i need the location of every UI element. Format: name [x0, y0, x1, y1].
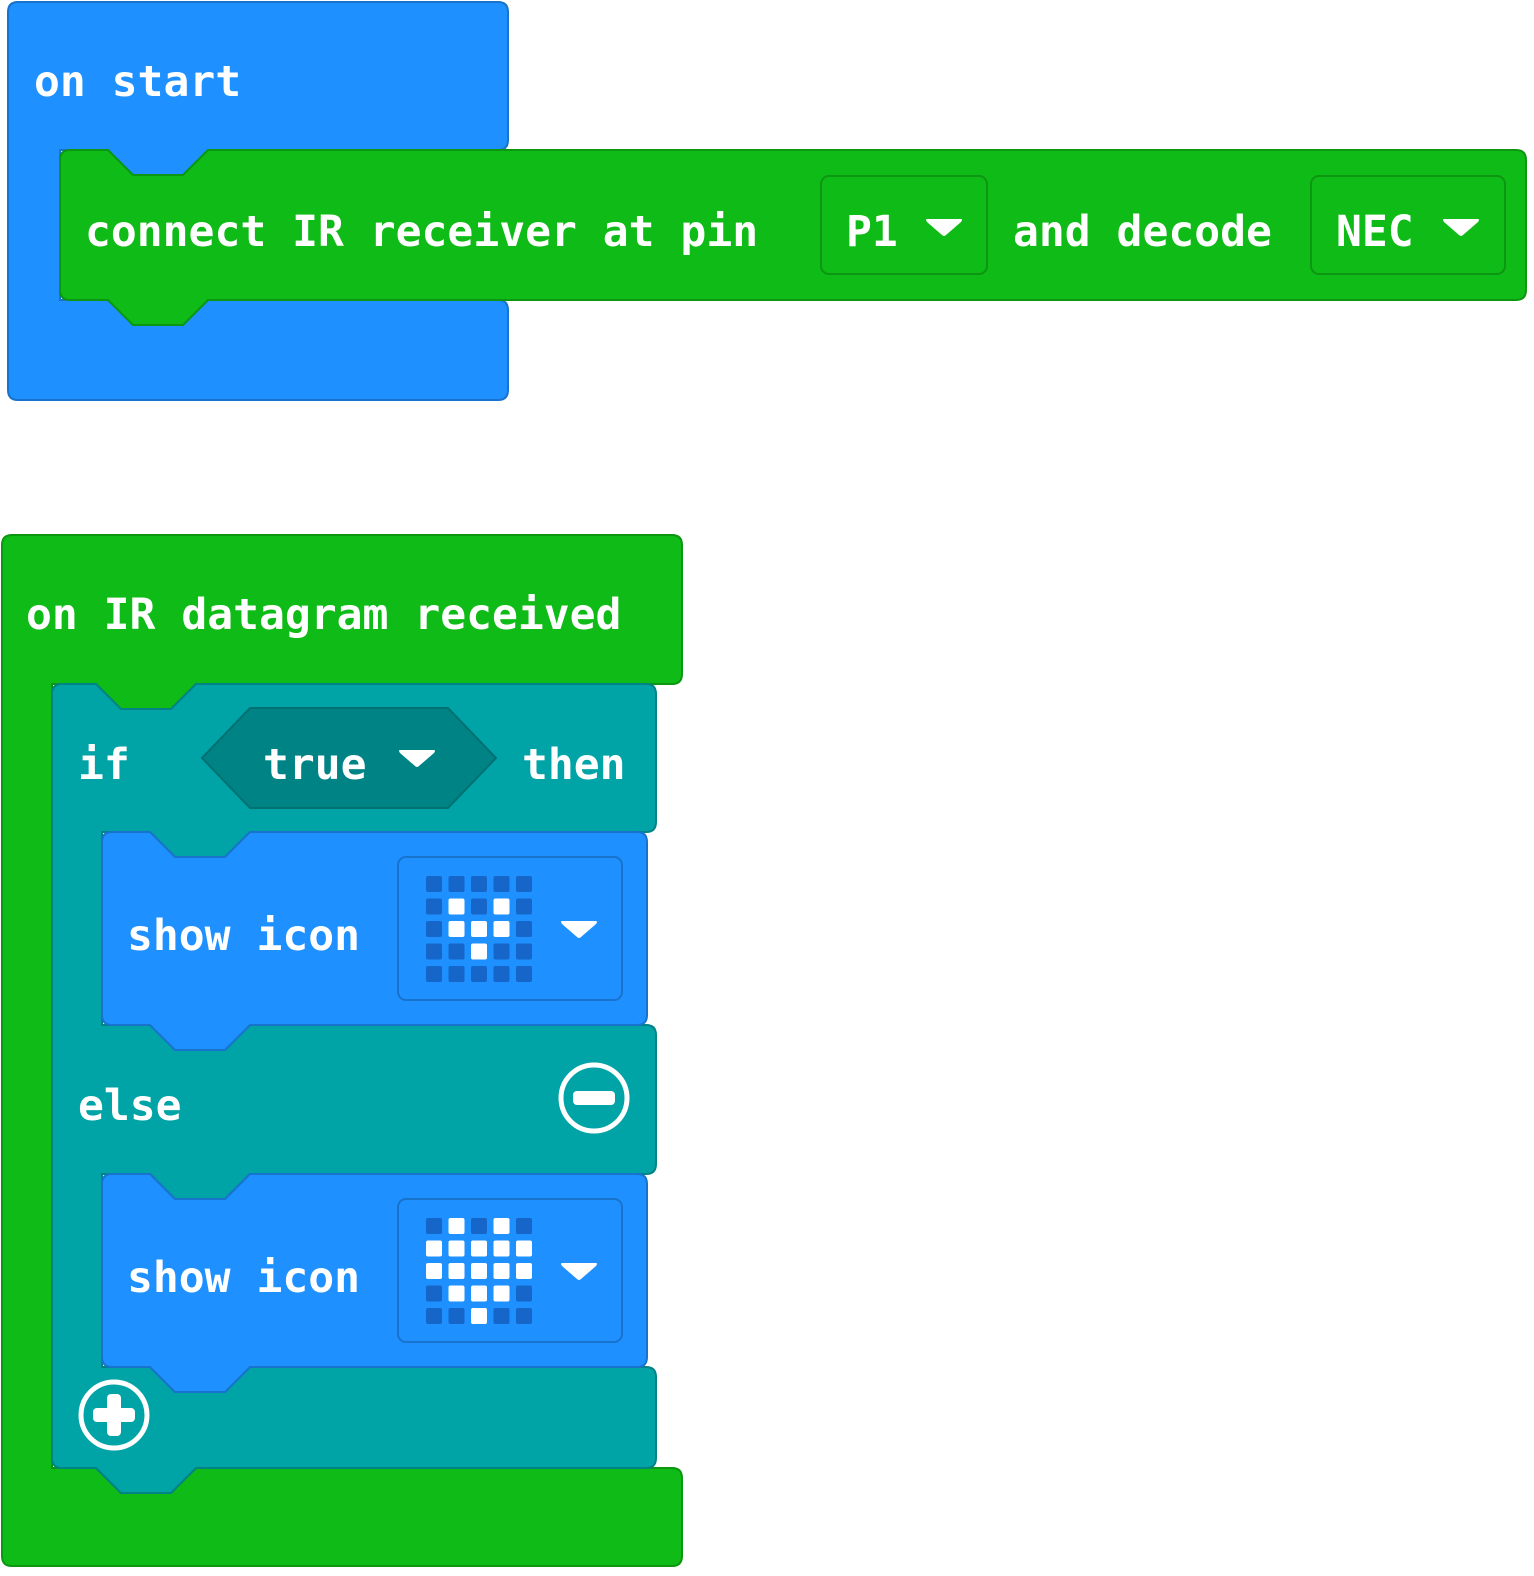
- led-off: [426, 966, 442, 982]
- else-label: else: [78, 1081, 182, 1131]
- led-off: [471, 1218, 487, 1234]
- condition-value: true: [263, 740, 367, 790]
- pin-dropdown-value: P1: [846, 207, 898, 257]
- led-on: [493, 1263, 510, 1279]
- led-on: [471, 1263, 487, 1279]
- led-off: [493, 943, 510, 960]
- led-off: [426, 921, 442, 937]
- led-off: [448, 1308, 465, 1324]
- led-off: [516, 966, 532, 982]
- led-on: [426, 1263, 442, 1279]
- led-on: [493, 1285, 510, 1302]
- led-on: [471, 921, 487, 937]
- led-off: [448, 876, 465, 892]
- led-off: [516, 1308, 532, 1324]
- led-off: [471, 876, 487, 892]
- led-off: [493, 1308, 510, 1324]
- led-on: [471, 943, 487, 960]
- led-off: [426, 1285, 442, 1302]
- protocol-dropdown-value: NEC: [1336, 207, 1414, 257]
- if-else-block[interactable]: if true then else: [51, 683, 657, 1494]
- show-icon-else-label: show icon: [127, 1253, 360, 1303]
- led-on: [516, 1240, 532, 1257]
- led-off: [426, 1308, 442, 1324]
- led-off: [516, 1285, 532, 1302]
- led-off: [516, 921, 532, 937]
- led-off: [493, 876, 510, 892]
- show-icon-else-block[interactable]: show icon: [101, 1173, 648, 1393]
- then-label: then: [522, 740, 626, 790]
- connect-ir-label: connect IR receiver at pin: [85, 207, 758, 257]
- led-off: [426, 876, 442, 892]
- and-decode-label: and decode: [1013, 207, 1272, 257]
- led-off: [448, 966, 465, 982]
- show-icon-then-block[interactable]: show icon: [101, 831, 648, 1051]
- led-on: [448, 1218, 465, 1234]
- led-off: [471, 898, 487, 915]
- led-on: [448, 921, 465, 937]
- led-on: [471, 1240, 487, 1257]
- led-on: [448, 1285, 465, 1302]
- condition-dropdown[interactable]: true: [200, 707, 498, 809]
- on-ir-datagram-label: on IR datagram received: [26, 590, 621, 640]
- show-icon-then-label: show icon: [127, 911, 360, 961]
- icon-picker-then[interactable]: [397, 856, 623, 1001]
- led-on: [493, 1218, 510, 1234]
- led-on: [448, 1263, 465, 1279]
- led-on: [493, 921, 510, 937]
- icon-picker-else[interactable]: [397, 1198, 623, 1343]
- led-off: [516, 898, 532, 915]
- on-start-label: on start: [34, 57, 241, 107]
- led-on: [516, 1263, 532, 1279]
- led-on: [448, 898, 465, 915]
- led-off: [516, 1218, 532, 1234]
- led-off: [426, 898, 442, 915]
- led-on: [448, 1240, 465, 1257]
- led-off: [516, 876, 532, 892]
- led-on: [471, 1285, 487, 1302]
- if-label: if: [78, 740, 130, 790]
- led-on: [493, 1240, 510, 1257]
- led-off: [426, 943, 442, 960]
- led-on: [471, 1308, 487, 1324]
- led-off: [471, 966, 487, 982]
- connect-ir-block[interactable]: connect IR receiver at pin P1 and decode…: [59, 149, 1527, 326]
- protocol-dropdown[interactable]: NEC: [1310, 175, 1506, 275]
- led-off: [448, 943, 465, 960]
- led-off: [493, 966, 510, 982]
- pin-dropdown[interactable]: P1: [820, 175, 988, 275]
- led-off: [426, 1218, 442, 1234]
- led-off: [516, 943, 532, 960]
- led-on: [493, 898, 510, 915]
- led-on: [426, 1240, 442, 1257]
